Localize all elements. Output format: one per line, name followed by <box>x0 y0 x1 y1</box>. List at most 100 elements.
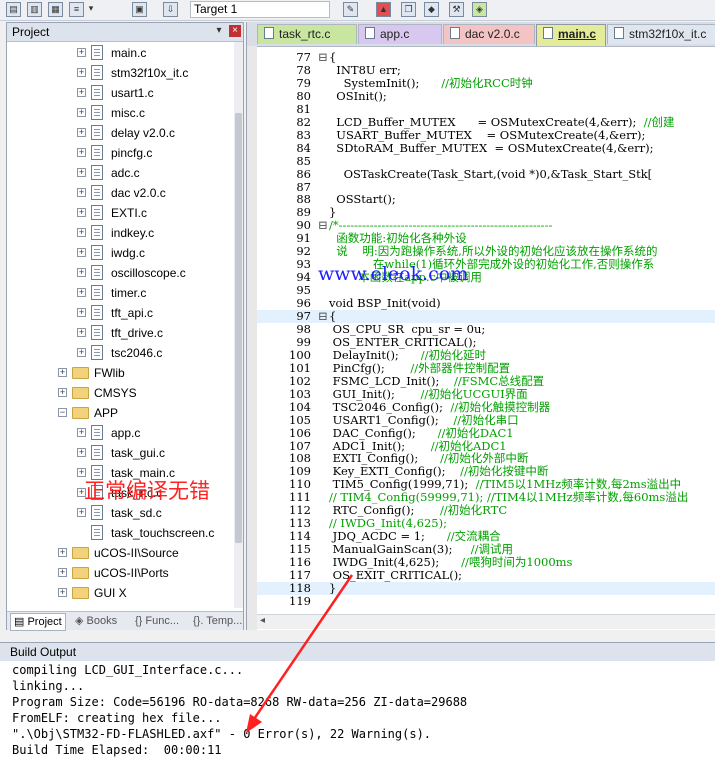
code-area[interactable]: 77 ⊟{78 INT8U err; 79 SystemInit(); //初始化R… <box>257 46 715 630</box>
translate-icon[interactable]: ▣ <box>132 2 147 17</box>
expand-icon[interactable]: + <box>58 368 67 377</box>
code-comment: //初始化ADC1 <box>430 438 507 453</box>
dropdown-icon[interactable]: ▾ <box>86 2 96 17</box>
expand-icon[interactable]: + <box>77 428 86 437</box>
tree-folder[interactable]: − APP <box>7 403 233 423</box>
tree-file[interactable]: + tft_api.c <box>7 303 233 323</box>
expand-icon[interactable]: + <box>77 288 86 297</box>
target-select[interactable]: Target 1 <box>190 1 330 18</box>
tree-file[interactable]: + tft_drive.c <box>7 323 233 343</box>
fold-icon[interactable] <box>315 595 331 608</box>
expand-icon[interactable]: + <box>77 88 86 97</box>
expand-icon[interactable]: + <box>77 188 86 197</box>
expand-icon[interactable]: + <box>77 108 86 117</box>
expand-icon[interactable]: + <box>77 148 86 157</box>
code-line: 99 OS_ENTER_CRITICAL(); <box>257 335 715 349</box>
tree-file[interactable]: + task_gui.c <box>7 443 233 463</box>
tree-folder[interactable]: + uCOS-II\Ports <box>7 563 233 583</box>
expand-icon[interactable]: + <box>58 388 67 397</box>
save-icon[interactable]: ▤ <box>6 2 21 17</box>
editor-tab[interactable]: app.c <box>358 24 442 44</box>
tree-file[interactable]: + EXTI.c <box>7 203 233 223</box>
load-icon[interactable]: ▦ <box>48 2 63 17</box>
tree-folder[interactable]: + FWlib <box>7 363 233 383</box>
tree-file[interactable]: + misc.c <box>7 103 233 123</box>
expand-icon[interactable]: − <box>58 408 67 417</box>
expand-icon[interactable]: + <box>77 208 86 217</box>
file-icon <box>365 27 375 39</box>
expand-icon[interactable]: + <box>77 508 86 517</box>
tree-folder[interactable]: + GUI X <box>7 583 233 603</box>
tab-books[interactable]: ◈ Books <box>75 613 117 629</box>
editor-tab[interactable]: dac v2.0.c <box>443 24 535 44</box>
tree-file[interactable]: + adc.c <box>7 163 233 183</box>
code-line: 118} <box>257 580 715 595</box>
project-title: Project <box>12 25 50 39</box>
editor-tab[interactable]: main.c <box>536 24 606 46</box>
pin-icon[interactable]: ▾ <box>213 25 225 37</box>
scroll-left-icon[interactable]: ◂ <box>260 615 265 626</box>
horizontal-scrollbar[interactable]: ◂ <box>257 614 715 629</box>
stack-icon[interactable]: ≡ <box>69 2 84 17</box>
puzzle-icon[interactable]: ◈ <box>472 2 487 17</box>
tree-file[interactable]: + oscilloscope.c <box>7 263 233 283</box>
expand-icon[interactable]: + <box>58 568 67 577</box>
expand-icon[interactable]: + <box>77 68 86 77</box>
code-fragment: JDQ_ACDC = 1; <box>329 529 447 544</box>
build-output-area: compiling LCD_GUI_Interface.c... linking… <box>0 661 715 760</box>
tree-file[interactable]: + indkey.c <box>7 223 233 243</box>
tree-file[interactable]: + task_sd.c <box>7 503 233 523</box>
tree-file[interactable]: + timer.c <box>7 283 233 303</box>
code-comment: //FSMC总线配置 <box>453 373 545 388</box>
manage-icon[interactable]: ▲ <box>376 2 391 17</box>
expand-icon[interactable]: + <box>58 588 67 597</box>
tree-file[interactable]: + app.c <box>7 423 233 443</box>
expand-icon[interactable]: + <box>77 48 86 57</box>
download-icon[interactable]: ⇩ <box>163 2 178 17</box>
hammer-icon[interactable]: ⚒ <box>449 2 464 17</box>
code-text: } <box>329 580 337 595</box>
tree-file[interactable]: + main.c <box>7 43 233 63</box>
tab-functions[interactable]: {} Func... <box>135 613 179 629</box>
expand-icon[interactable]: + <box>77 128 86 137</box>
close-icon[interactable]: × <box>229 25 241 37</box>
tree-folder[interactable]: + CMSYS <box>7 383 233 403</box>
editor-tab[interactable]: task_rtc.c <box>257 24 357 44</box>
expand-icon[interactable]: + <box>77 268 86 277</box>
tree-file[interactable]: task_touchscreen.c <box>7 523 233 543</box>
wand-icon[interactable]: ✎ <box>343 2 358 17</box>
expand-icon[interactable]: + <box>77 348 86 357</box>
expand-icon[interactable]: + <box>77 308 86 317</box>
tree-file[interactable]: + usart1.c <box>7 83 233 103</box>
tree-label: tft_drive.c <box>111 326 164 340</box>
tree-label: uCOS-II\Ports <box>94 566 169 580</box>
copy-icon[interactable]: ❐ <box>401 2 416 17</box>
editor-tab[interactable]: stm32f10x_it.c <box>607 24 715 44</box>
fold-icon[interactable] <box>315 155 331 168</box>
tab-templates[interactable]: {}. Temp... <box>193 613 242 629</box>
expand-icon[interactable]: + <box>77 328 86 337</box>
code-comment: //喂狗时间为1000ms <box>461 555 573 570</box>
tree-scroll-thumb[interactable] <box>235 113 242 543</box>
code-comment: //创建 <box>643 114 675 129</box>
expand-icon[interactable]: + <box>77 448 86 457</box>
tree-label: indkey.c <box>111 226 155 240</box>
code-text: OSTaskCreate(Task_Start,(void *)0,&Task_… <box>329 166 653 181</box>
code-line: 97 ⊟{ <box>257 310 715 323</box>
file-icon <box>91 325 103 340</box>
tab-project[interactable]: ▤ Project <box>10 613 66 631</box>
save-all-icon[interactable]: ▥ <box>27 2 42 17</box>
diamond-icon[interactable]: ◆ <box>424 2 439 17</box>
tree-file[interactable]: + dac v2.0.c <box>7 183 233 203</box>
tree-file[interactable]: + tsc2046.c <box>7 343 233 363</box>
expand-icon[interactable]: + <box>77 228 86 237</box>
expand-icon[interactable]: + <box>77 248 86 257</box>
tree-file[interactable]: + iwdg.c <box>7 243 233 263</box>
folder-icon <box>72 567 89 579</box>
expand-icon[interactable]: + <box>58 548 67 557</box>
tree-file[interactable]: + delay v2.0.c <box>7 123 233 143</box>
tree-file[interactable]: + stm32f10x_it.c <box>7 63 233 83</box>
tree-file[interactable]: + pincfg.c <box>7 143 233 163</box>
expand-icon[interactable]: + <box>77 168 86 177</box>
tree-folder[interactable]: + uCOS-II\Source <box>7 543 233 563</box>
